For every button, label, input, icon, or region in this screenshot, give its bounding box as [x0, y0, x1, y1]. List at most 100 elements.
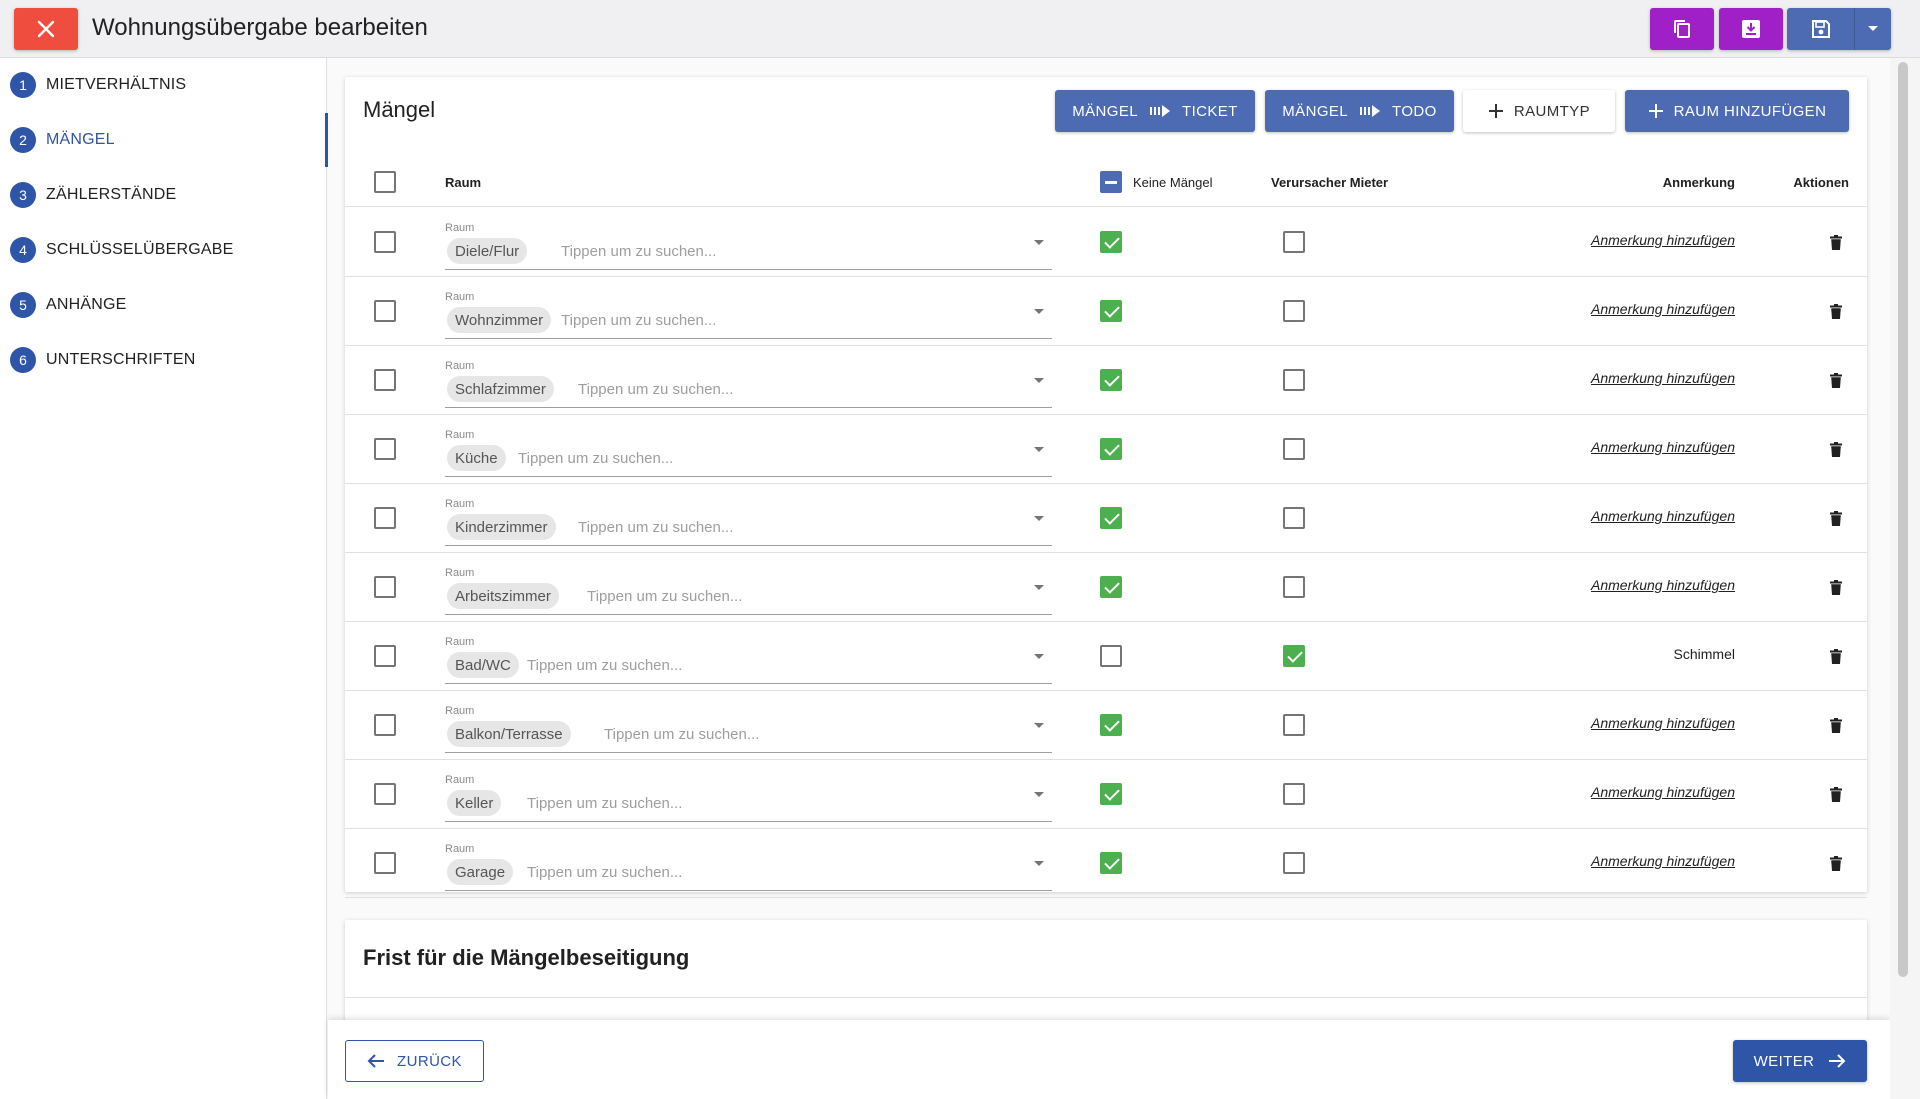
verursacher-mieter-checkbox[interactable] — [1283, 714, 1305, 736]
room-select-field[interactable]: Raum Schlafzimmer Tippen um zu suchen... — [445, 354, 1052, 408]
delete-icon[interactable] — [1828, 371, 1844, 389]
maengel-to-ticket-button[interactable]: MÄNGEL TICKET — [1055, 90, 1255, 132]
delete-icon[interactable] — [1828, 854, 1844, 872]
row-select-checkbox[interactable] — [374, 783, 396, 805]
step-mietverhaeltnis[interactable]: 1 MIETVERHÄLTNIS — [0, 58, 327, 112]
row-select-checkbox[interactable] — [374, 576, 396, 598]
delete-icon[interactable] — [1828, 716, 1844, 734]
keine-maengel-checkbox[interactable] — [1100, 645, 1122, 667]
room-chip[interactable]: Bad/WC — [447, 652, 519, 678]
verursacher-mieter-checkbox[interactable] — [1283, 852, 1305, 874]
chevron-down-icon[interactable] — [1034, 378, 1044, 383]
save-button[interactable] — [1787, 8, 1855, 50]
add-note-link[interactable]: Anmerkung hinzufügen — [1591, 784, 1735, 800]
select-all-checkbox[interactable] — [374, 171, 396, 193]
keine-maengel-checkbox[interactable] — [1100, 300, 1122, 322]
copy-button[interactable] — [1650, 8, 1714, 50]
page-scrollbar[interactable] — [1890, 58, 1920, 1099]
verursacher-mieter-checkbox[interactable] — [1283, 369, 1305, 391]
close-button[interactable] — [14, 8, 78, 50]
step-maengel[interactable]: 2 MÄNGEL — [0, 113, 328, 167]
add-note-link[interactable]: Anmerkung hinzufügen — [1591, 577, 1735, 593]
chevron-down-icon[interactable] — [1034, 585, 1044, 590]
row-select-checkbox[interactable] — [374, 231, 396, 253]
room-select-field[interactable]: Raum Arbeitszimmer Tippen um zu suchen... — [445, 561, 1052, 615]
delete-icon[interactable] — [1828, 440, 1844, 458]
add-note-link[interactable]: Anmerkung hinzufügen — [1591, 370, 1735, 386]
room-chip[interactable]: Küche — [447, 445, 506, 471]
add-note-link[interactable]: Anmerkung hinzufügen — [1591, 301, 1735, 317]
verursacher-mieter-checkbox[interactable] — [1283, 783, 1305, 805]
room-select-field[interactable]: Raum Küche Tippen um zu suchen... — [445, 423, 1052, 477]
save-options-dropdown[interactable] — [1855, 8, 1891, 50]
verursacher-mieter-checkbox[interactable] — [1283, 300, 1305, 322]
step-anhaenge[interactable]: 5 ANHÄNGE — [0, 278, 327, 332]
room-select-field[interactable]: Raum Balkon/Terrasse Tippen um zu suchen..… — [445, 699, 1052, 753]
verursacher-mieter-checkbox[interactable] — [1283, 231, 1305, 253]
maengel-to-todo-button[interactable]: MÄNGEL TODO — [1265, 90, 1454, 132]
row-select-checkbox[interactable] — [374, 507, 396, 529]
verursacher-mieter-checkbox[interactable] — [1283, 438, 1305, 460]
room-select-field[interactable]: Raum Garage Tippen um zu suchen... — [445, 837, 1052, 891]
chevron-down-icon[interactable] — [1034, 723, 1044, 728]
chevron-down-icon[interactable] — [1034, 654, 1044, 659]
keine-maengel-checkbox[interactable] — [1100, 438, 1122, 460]
room-select-field[interactable]: Raum Keller Tippen um zu suchen... — [445, 768, 1052, 822]
room-chip[interactable]: Schlafzimmer — [447, 376, 554, 402]
room-chip[interactable]: Kinderzimmer — [447, 514, 556, 540]
row-select-checkbox[interactable] — [374, 852, 396, 874]
room-chip[interactable]: Garage — [447, 859, 514, 885]
add-note-link[interactable]: Anmerkung hinzufügen — [1591, 439, 1735, 455]
delete-icon[interactable] — [1828, 302, 1844, 320]
next-button[interactable]: WEITER — [1733, 1040, 1867, 1082]
room-chip[interactable]: Arbeitszimmer — [447, 583, 559, 609]
keine-maengel-all-checkbox[interactable] — [1100, 171, 1122, 193]
add-room-button[interactable]: RAUM HINZUFÜGEN — [1625, 90, 1849, 132]
note-text[interactable]: Schimmel — [1674, 646, 1735, 662]
room-select-field[interactable]: Raum Wohnzimmer Tippen um zu suchen... — [445, 285, 1052, 339]
verursacher-mieter-checkbox[interactable] — [1283, 645, 1305, 667]
verursacher-mieter-checkbox[interactable] — [1283, 507, 1305, 529]
add-note-link[interactable]: Anmerkung hinzufügen — [1591, 715, 1735, 731]
delete-icon[interactable] — [1828, 509, 1844, 527]
row-select-checkbox[interactable] — [374, 438, 396, 460]
row-select-checkbox[interactable] — [374, 300, 396, 322]
keine-maengel-checkbox[interactable] — [1100, 852, 1122, 874]
scrollbar-thumb[interactable] — [1898, 62, 1908, 977]
room-chip[interactable]: Diele/Flur — [447, 238, 528, 264]
keine-maengel-checkbox[interactable] — [1100, 576, 1122, 598]
room-select-field[interactable]: Raum Diele/Flur Tippen um zu suchen... — [445, 216, 1052, 270]
add-note-link[interactable]: Anmerkung hinzufügen — [1591, 232, 1735, 248]
room-chip[interactable]: Wohnzimmer — [447, 307, 552, 333]
delete-icon[interactable] — [1828, 647, 1844, 665]
keine-maengel-checkbox[interactable] — [1100, 783, 1122, 805]
row-select-checkbox[interactable] — [374, 714, 396, 736]
step-unterschriften[interactable]: 6 UNTERSCHRIFTEN — [0, 333, 327, 387]
verursacher-mieter-checkbox[interactable] — [1283, 576, 1305, 598]
keine-maengel-checkbox[interactable] — [1100, 714, 1122, 736]
chevron-down-icon[interactable] — [1034, 861, 1044, 866]
step-schluesseluebergabe[interactable]: 4 SCHLÜSSELÜBERGABE — [0, 223, 327, 277]
keine-maengel-checkbox[interactable] — [1100, 507, 1122, 529]
delete-icon[interactable] — [1828, 233, 1844, 251]
room-select-field[interactable]: Raum Kinderzimmer Tippen um zu suchen... — [445, 492, 1052, 546]
room-select-field[interactable]: Raum Bad/WC Tippen um zu suchen... — [445, 630, 1052, 684]
keine-maengel-checkbox[interactable] — [1100, 369, 1122, 391]
add-note-link[interactable]: Anmerkung hinzufügen — [1591, 508, 1735, 524]
back-button[interactable]: ZURÜCK — [345, 1040, 484, 1082]
add-note-link[interactable]: Anmerkung hinzufügen — [1591, 853, 1735, 869]
download-button[interactable] — [1719, 8, 1783, 50]
chevron-down-icon[interactable] — [1034, 792, 1044, 797]
keine-maengel-checkbox[interactable] — [1100, 231, 1122, 253]
room-chip[interactable]: Balkon/Terrasse — [447, 721, 571, 747]
chevron-down-icon[interactable] — [1034, 240, 1044, 245]
chevron-down-icon[interactable] — [1034, 447, 1044, 452]
delete-icon[interactable] — [1828, 785, 1844, 803]
step-zaehlerstaende[interactable]: 3 ZÄHLERSTÄNDE — [0, 168, 327, 222]
row-select-checkbox[interactable] — [374, 369, 396, 391]
raumtyp-button[interactable]: RAUMTYP — [1463, 90, 1615, 132]
room-chip[interactable]: Keller — [447, 790, 502, 816]
row-select-checkbox[interactable] — [374, 645, 396, 667]
chevron-down-icon[interactable] — [1034, 309, 1044, 314]
chevron-down-icon[interactable] — [1034, 516, 1044, 521]
